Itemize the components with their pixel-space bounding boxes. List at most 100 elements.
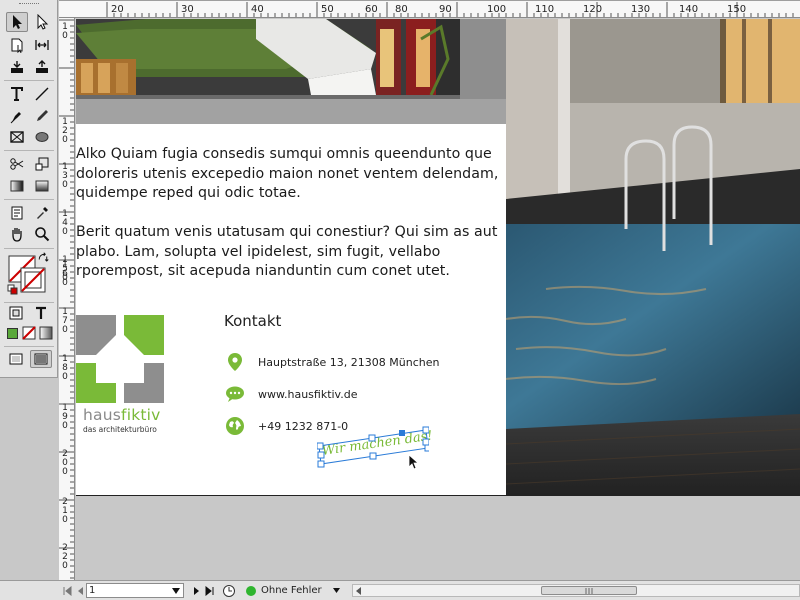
- building-photo-graphic: [76, 19, 506, 124]
- chevron-down-icon: [333, 588, 340, 593]
- ruler-label: 100: [487, 4, 507, 15]
- pencil-tool-icon: [37, 110, 48, 121]
- ruler-label: 80: [395, 4, 408, 15]
- ellipse-tool-icon: [35, 132, 49, 142]
- panel-grip[interactable]: [19, 3, 39, 5]
- type-tool[interactable]: [6, 84, 28, 104]
- screen-mode-icon: [34, 353, 48, 365]
- horizontal-scrollbar[interactable]: [352, 584, 800, 597]
- container-icon: [9, 306, 23, 320]
- speech-bubble-icon: [226, 385, 244, 403]
- contact-title[interactable]: Kontakt: [224, 312, 281, 330]
- body-paragraph-1[interactable]: Alko Quiam fugia consedis sumqui omnis q…: [76, 145, 506, 204]
- line-tool-icon: [35, 87, 49, 101]
- apply-gradient-button[interactable]: [38, 325, 54, 341]
- zoom-tool-icon: [35, 227, 50, 242]
- selection-tool-icon: [13, 15, 22, 29]
- rectangle-frame-tool[interactable]: [6, 127, 28, 147]
- status-bar: 1 Ohne Fehler: [0, 580, 800, 600]
- contact-website-row[interactable]: www.hausfiktiv.de: [226, 384, 357, 404]
- page-tool[interactable]: [6, 35, 28, 55]
- gradient-swatch-tool[interactable]: [6, 176, 28, 196]
- ruler-label: 150: [727, 4, 747, 15]
- none-icon: [22, 326, 36, 340]
- normal-view-button[interactable]: [6, 350, 26, 368]
- free-transform-tool-icon: [35, 157, 49, 171]
- content-collector-tool[interactable]: [6, 57, 28, 77]
- ruler-label: 130: [62, 162, 68, 190]
- formatting-text-button[interactable]: [31, 305, 51, 321]
- scrollbar-thumb[interactable]: [541, 586, 637, 595]
- preview-view-button[interactable]: [30, 350, 52, 368]
- gradient-icon: [39, 326, 53, 340]
- ruler-label: 180: [62, 354, 68, 382]
- scroll-left-icon: [356, 587, 361, 595]
- page-number-field[interactable]: 1: [86, 583, 184, 598]
- ruler-label: 140: [62, 209, 68, 237]
- last-page-icon[interactable]: [205, 583, 215, 598]
- gap-tool[interactable]: [31, 35, 53, 55]
- ruler-label: 90: [439, 4, 452, 15]
- content-placer-tool[interactable]: [31, 57, 53, 77]
- scissors-tool-icon: [10, 158, 24, 170]
- page-number: 1: [89, 585, 96, 596]
- ruler-label: 190: [62, 403, 68, 431]
- document-page[interactable]: Alko Quiam fugia consedis sumqui omnis q…: [76, 19, 506, 495]
- open-page-icon[interactable]: [222, 583, 238, 598]
- ruler-label: 130: [631, 4, 651, 15]
- pen-tool[interactable]: [6, 106, 28, 126]
- ruler-label: 120: [583, 4, 603, 15]
- hero-building-image[interactable]: [76, 19, 506, 124]
- formatting-container-button[interactable]: [6, 305, 26, 321]
- contact-website: www.hausfiktiv.de: [258, 387, 358, 401]
- previous-page-icon[interactable]: [75, 583, 85, 598]
- swap-icon: [38, 252, 49, 262]
- pen-tool-icon: [10, 112, 21, 124]
- chevron-down-icon: [172, 588, 180, 594]
- contact-address: Hauptstraße 13, 21308 München: [258, 355, 440, 369]
- scissors-tool[interactable]: [6, 154, 28, 174]
- brand-name-part1: haus: [83, 406, 122, 424]
- zoom-tool[interactable]: [31, 224, 53, 244]
- ruler-ticks: [59, 19, 74, 579]
- ellipse-tool[interactable]: [31, 127, 53, 147]
- ruler-label: 160: [62, 260, 68, 288]
- selection-tool[interactable]: [6, 12, 28, 32]
- brand-tagline: das architekturbüro: [83, 425, 157, 434]
- gradient-feather-tool-icon: [35, 180, 49, 192]
- eyedropper-tool[interactable]: [31, 203, 53, 223]
- hand-tool[interactable]: [6, 224, 28, 244]
- direct-selection-tool[interactable]: [31, 12, 53, 32]
- free-transform-tool[interactable]: [31, 154, 53, 174]
- page-bottom-edge: [76, 495, 800, 496]
- apply-color-button[interactable]: [4, 325, 20, 341]
- gradient-feather-tool[interactable]: [31, 176, 53, 196]
- line-tool[interactable]: [31, 84, 53, 104]
- first-page-icon[interactable]: [62, 583, 72, 598]
- note-tool[interactable]: [6, 203, 28, 223]
- direct-selection-tool-icon: [37, 14, 49, 30]
- contact-address-row[interactable]: Hauptstraße 13, 21308 München: [226, 352, 439, 372]
- ruler-label: 40: [251, 4, 264, 15]
- note-tool-icon: [11, 206, 23, 220]
- next-page-icon[interactable]: [192, 583, 202, 598]
- ruler-label: 10: [62, 22, 68, 41]
- horizontal-ruler[interactable]: 20 30 40 50 60 70 80 90 100 110 120 130 …: [59, 0, 800, 18]
- color-swatch-icon: [6, 327, 18, 339]
- ruler-label: 200: [62, 449, 68, 477]
- body-paragraph-2[interactable]: Berit quatum venis utatusam qui conestiu…: [76, 223, 506, 282]
- pasteboard[interactable]: Alko Quiam fugia consedis sumqui omnis q…: [76, 19, 800, 580]
- pencil-tool[interactable]: [31, 106, 53, 126]
- ruler-label: 210: [62, 497, 68, 525]
- preflight-status[interactable]: Ohne Fehler: [246, 583, 342, 598]
- pool-image[interactable]: [506, 19, 800, 495]
- hand-tool-icon: [12, 228, 22, 242]
- apply-none-button[interactable]: [21, 325, 37, 341]
- content-collector-icon: [11, 61, 23, 73]
- ruler-label: 60: [365, 4, 378, 15]
- swap-fill-stroke[interactable]: [36, 251, 50, 265]
- preflight-label: Ohne Fehler: [261, 585, 322, 596]
- indesign-window: 20 30 40 50 60 70 80 90 100 110 120 130 …: [0, 0, 800, 600]
- vertical-ruler[interactable]: 10 120 130 140 150 160 170 180 190 200 2…: [59, 18, 75, 580]
- rectangle-frame-tool-icon: [10, 131, 24, 143]
